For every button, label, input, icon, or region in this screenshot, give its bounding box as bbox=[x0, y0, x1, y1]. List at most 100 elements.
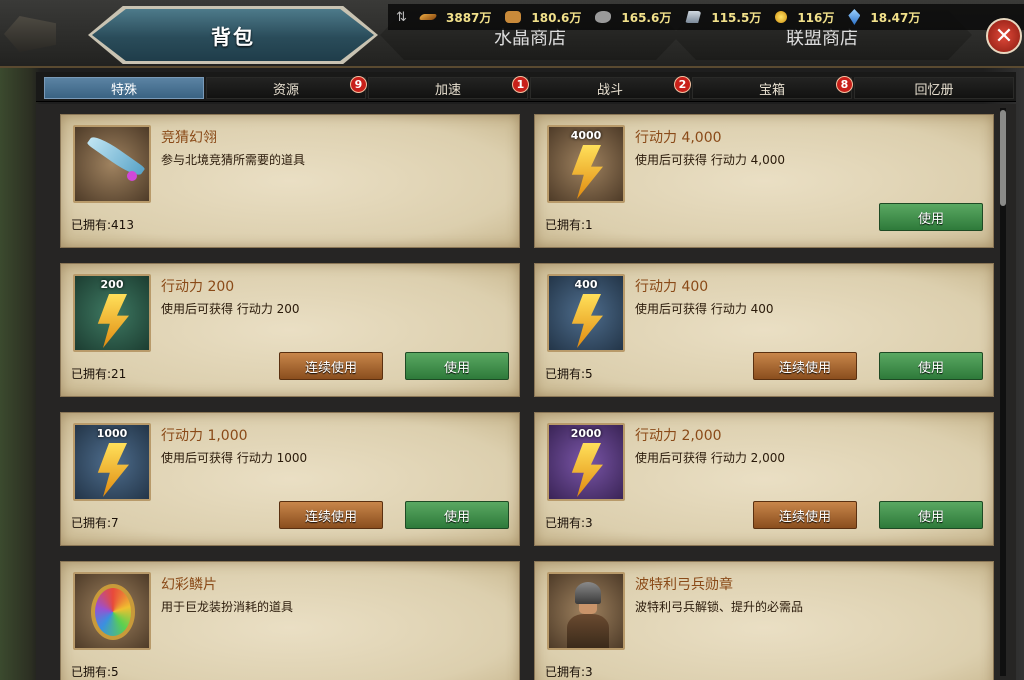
item-description: 用于巨龙装扮消耗的道具 bbox=[161, 600, 294, 614]
item-card: 400 行动力 400 使用后可获得 行动力 400 已拥有:5 连续使用 使用 bbox=[534, 263, 994, 397]
continuous-use-button[interactable]: 连续使用 bbox=[753, 352, 857, 380]
close-button[interactable]: ✕ bbox=[986, 18, 1022, 54]
resource-value: 165.6万 bbox=[621, 10, 672, 25]
item-owned-count: 已拥有:21 bbox=[71, 367, 127, 381]
notification-badge: 2 bbox=[674, 76, 691, 93]
item-owned-count: 已拥有:1 bbox=[545, 218, 593, 232]
continuous-use-button[interactable]: 连续使用 bbox=[279, 352, 383, 380]
item-thumbnail bbox=[73, 125, 151, 203]
item-card: 幻彩鳞片 用于巨龙装扮消耗的道具 已拥有:5 bbox=[60, 561, 520, 680]
item-owned-count: 已拥有:7 bbox=[71, 516, 119, 530]
lightning-icon bbox=[571, 145, 603, 199]
tab-speedup[interactable]: 加速 bbox=[368, 77, 528, 99]
iron-icon bbox=[685, 11, 702, 23]
resource-bar: ⇅ 3887万 180.6万 165.6万 115.5万 116万 18.47万 bbox=[388, 4, 1024, 30]
item-name: 行动力 400 bbox=[635, 279, 709, 295]
item-name: 行动力 4,000 bbox=[635, 130, 722, 146]
item-owned-count: 已拥有:3 bbox=[545, 665, 593, 679]
resource-value: 115.5万 bbox=[711, 10, 762, 25]
sort-icon[interactable]: ⇅ bbox=[396, 10, 420, 25]
lightning-icon bbox=[97, 294, 129, 348]
item-card: 1000 行动力 1,000 使用后可获得 行动力 1000 已拥有:7 连续使… bbox=[60, 412, 520, 546]
continuous-use-button[interactable]: 连续使用 bbox=[279, 501, 383, 529]
item-owned-count: 已拥有:413 bbox=[71, 218, 134, 232]
item-thumbnail: 1000 bbox=[73, 423, 151, 501]
item-description: 使用后可获得 行动力 400 bbox=[635, 302, 774, 316]
item-list: 竞猜幻翎 参与北境竞猜所需要的道具 已拥有:413 4000 行动力 4,000… bbox=[36, 104, 1016, 680]
header: 背包 水晶商店 联盟商店 ⇅ 3887万 180.6万 165.6万 115.5… bbox=[0, 0, 1024, 68]
item-owned-count: 已拥有:5 bbox=[71, 665, 119, 679]
tab-battle[interactable]: 战斗 bbox=[530, 77, 690, 99]
item-description: 波特利弓兵解锁、提升的必需品 bbox=[635, 600, 804, 614]
item-thumbnail: 200 bbox=[73, 274, 151, 352]
thumbnail-badge: 400 bbox=[574, 278, 598, 291]
stone-icon bbox=[595, 11, 612, 23]
continuous-use-button[interactable]: 连续使用 bbox=[753, 501, 857, 529]
thumbnail-badge: 1000 bbox=[96, 427, 128, 440]
thumbnail-badge: 4000 bbox=[570, 129, 602, 142]
item-card: 4000 行动力 4,000 使用后可获得 行动力 4,000 已拥有:1 使用 bbox=[534, 114, 994, 248]
resource-crystal: 18.47万 bbox=[848, 9, 920, 26]
resource-value: 3887万 bbox=[446, 10, 492, 25]
wood-icon bbox=[418, 14, 438, 20]
item-card: 200 行动力 200 使用后可获得 行动力 200 已拥有:21 连续使用 使… bbox=[60, 263, 520, 397]
thumbnail-badge: 2000 bbox=[570, 427, 602, 440]
item-description: 使用后可获得 行动力 4,000 bbox=[635, 153, 785, 167]
resource-value: 116万 bbox=[797, 10, 835, 25]
header-ornament bbox=[4, 16, 56, 52]
item-name: 竞猜幻翎 bbox=[161, 130, 217, 146]
tab-chests[interactable]: 宝箱 bbox=[692, 77, 852, 99]
lightning-icon bbox=[571, 294, 603, 348]
feather-gem bbox=[127, 171, 137, 181]
item-card: 竞猜幻翎 参与北境竞猜所需要的道具 已拥有:413 bbox=[60, 114, 520, 248]
item-owned-count: 已拥有:3 bbox=[545, 516, 593, 530]
tab-backpack[interactable]: 背包 bbox=[92, 9, 374, 61]
tab-special[interactable]: 特殊 bbox=[44, 77, 204, 99]
food-icon bbox=[505, 11, 522, 23]
item-thumbnail bbox=[73, 572, 151, 650]
game-window: 背包 水晶商店 联盟商店 ⇅ 3887万 180.6万 165.6万 115.5… bbox=[0, 0, 1024, 680]
item-description: 使用后可获得 行动力 200 bbox=[161, 302, 300, 316]
feather-icon bbox=[86, 132, 146, 180]
item-description: 使用后可获得 行动力 2,000 bbox=[635, 451, 785, 465]
notification-badge: 9 bbox=[350, 76, 367, 93]
item-name: 行动力 200 bbox=[161, 279, 235, 295]
resource-gold: 116万 bbox=[775, 9, 834, 26]
item-thumbnail: 400 bbox=[547, 274, 625, 352]
item-name: 波特利弓兵勋章 bbox=[635, 577, 733, 593]
archer-medal-icon bbox=[563, 582, 613, 648]
item-thumbnail: 2000 bbox=[547, 423, 625, 501]
thumbnail-badge: 200 bbox=[100, 278, 124, 291]
notification-badge: 1 bbox=[512, 76, 529, 93]
item-description: 使用后可获得 行动力 1000 bbox=[161, 451, 308, 465]
item-card: 波特利弓兵勋章 波特利弓兵解锁、提升的必需品 已拥有:3 bbox=[534, 561, 994, 680]
lightning-icon bbox=[97, 443, 129, 497]
use-button[interactable]: 使用 bbox=[879, 501, 983, 529]
resource-food: 180.6万 bbox=[505, 9, 581, 26]
resource-iron: 115.5万 bbox=[685, 9, 761, 26]
gold-icon bbox=[775, 11, 788, 23]
notification-badge: 8 bbox=[836, 76, 853, 93]
item-owned-count: 已拥有:5 bbox=[545, 367, 593, 381]
category-tabs: 特殊 资源 9 加速 1 战斗 2 宝箱 8 回忆册 bbox=[36, 72, 1016, 102]
item-card: 2000 行动力 2,000 使用后可获得 行动力 2,000 已拥有:3 连续… bbox=[534, 412, 994, 546]
resource-value: 180.6万 bbox=[531, 10, 582, 25]
use-button[interactable]: 使用 bbox=[405, 501, 509, 529]
lightning-icon bbox=[571, 443, 603, 497]
use-button[interactable]: 使用 bbox=[879, 352, 983, 380]
tab-resources[interactable]: 资源 bbox=[206, 77, 366, 99]
item-description: 参与北境竞猜所需要的道具 bbox=[161, 153, 306, 167]
resource-value: 18.47万 bbox=[870, 10, 921, 25]
item-name: 幻彩鳞片 bbox=[161, 577, 217, 593]
item-name: 行动力 1,000 bbox=[161, 428, 248, 444]
resource-stone: 165.6万 bbox=[595, 9, 671, 26]
use-button[interactable]: 使用 bbox=[879, 203, 983, 231]
resource-wood: 3887万 bbox=[418, 9, 492, 26]
item-name: 行动力 2,000 bbox=[635, 428, 722, 444]
item-thumbnail: 4000 bbox=[547, 125, 625, 203]
dragon-scale-icon bbox=[91, 584, 135, 640]
use-button[interactable]: 使用 bbox=[405, 352, 509, 380]
scrollbar-thumb[interactable] bbox=[1000, 110, 1006, 206]
item-thumbnail bbox=[547, 572, 625, 650]
tab-memory-book[interactable]: 回忆册 bbox=[854, 77, 1014, 99]
